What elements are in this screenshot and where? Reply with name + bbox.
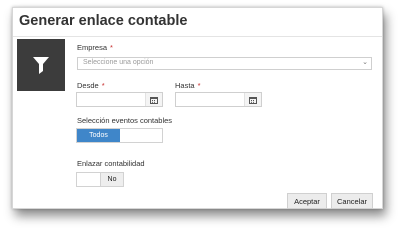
option-empty[interactable] [120, 129, 162, 142]
enlazar-label: Enlazar contabilidad [77, 159, 145, 168]
seleccion-label: Selección eventos contables [77, 116, 173, 125]
option-todos[interactable]: Todos [77, 129, 120, 142]
empresa-label-text: Empresa [77, 43, 108, 52]
required-mark: * [101, 81, 105, 90]
desde-label: Desde * [77, 81, 105, 90]
enlazar-toggle[interactable]: No [76, 172, 124, 187]
title-divider [13, 36, 382, 37]
desde-label-text: Desde [77, 81, 99, 90]
toggle-value: No [101, 173, 123, 186]
calendar-icon[interactable] [244, 93, 261, 106]
required-mark: * [110, 43, 113, 52]
hasta-label-text: Hasta [175, 81, 195, 90]
calendar-icon[interactable] [145, 93, 162, 106]
empresa-label: Empresa * [77, 43, 113, 52]
required-mark: * [197, 81, 201, 90]
empresa-select[interactable]: Seleccione una opción ⌄ [77, 57, 372, 70]
hasta-label: Hasta * [175, 81, 201, 90]
desde-date-field[interactable] [76, 92, 163, 107]
dialog-title: Generar enlace contable [19, 13, 188, 29]
empresa-placeholder: Seleccione una opción [83, 59, 154, 66]
hasta-date-field[interactable] [175, 92, 262, 107]
filter-icon-box [17, 39, 65, 91]
cancelar-button[interactable]: Cancelar [331, 193, 373, 209]
aceptar-button[interactable]: Aceptar [287, 193, 327, 209]
filter-icon [33, 56, 49, 74]
seleccion-segmented-control: Todos [76, 128, 163, 143]
toggle-handle[interactable] [77, 173, 101, 186]
generar-enlace-dialog: Generar enlace contable Empresa * Selecci… [12, 7, 383, 209]
chevron-down-icon: ⌄ [362, 59, 368, 66]
